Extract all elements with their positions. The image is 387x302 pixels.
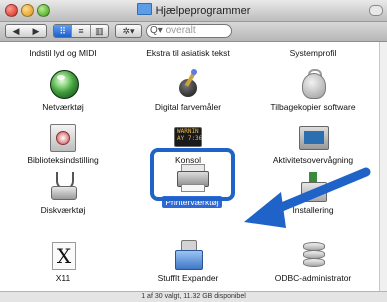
finder-window: Hjælpeprogrammer ◀ ▶ ⠿ ≡ ▥ ✲▾ Q▾ overalt… [0,0,387,302]
status-text: 1 af 30 valgt, 11.32 GB disponibel [141,293,246,300]
status-bar: 1 af 30 valgt, 11.32 GB disponibel [0,291,387,302]
pointer-arrow-icon [244,167,371,228]
vertical-scrollbar[interactable] [379,42,387,291]
